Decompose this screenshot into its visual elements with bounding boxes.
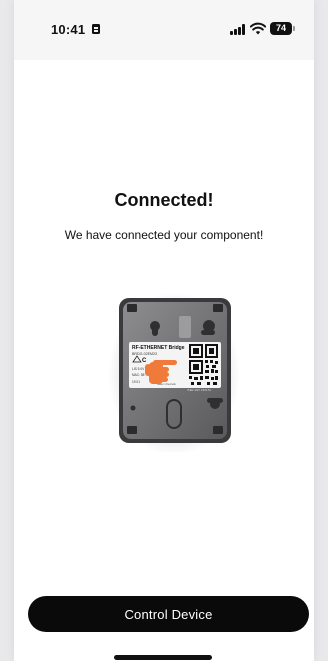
battery-icon: 74 (270, 22, 292, 35)
page-subtitle: We have connected your component! (64, 228, 264, 242)
phone-screen: 10:41 74 Connected! We have connected yo… (14, 0, 314, 661)
status-time: 10:41 (51, 22, 86, 37)
home-indicator[interactable] (114, 655, 212, 660)
control-device-button[interactable]: Control Device (28, 596, 309, 632)
page-title: Connected! (114, 190, 214, 210)
id-card-icon (92, 24, 100, 34)
label-code-text: 7HE2 J4ZY C53F 5C (187, 388, 211, 392)
svg-text:C: C (142, 358, 147, 364)
label-model-text: BRDG-02EM23 (132, 352, 157, 356)
label-title-text: RF-ETHERNET Bridge (132, 345, 185, 351)
label-voltage-text: LIS 5.0V (132, 367, 145, 371)
battery-tip (293, 26, 295, 31)
device-image: RF-ETHERNET Bridge BRDG-02EM23 C LIS 5.0… (108, 292, 240, 456)
label-serial-text: 19 01 (132, 380, 140, 384)
bridge-device-illustration: RF-ETHERNET Bridge BRDG-02EM23 C LIS 5.0… (108, 292, 240, 456)
label-mac-text: MAC: 58 (132, 373, 145, 377)
wifi-icon (250, 22, 266, 35)
status-bar: 10:41 74 (14, 0, 314, 60)
cellular-signal-icon (230, 24, 246, 35)
